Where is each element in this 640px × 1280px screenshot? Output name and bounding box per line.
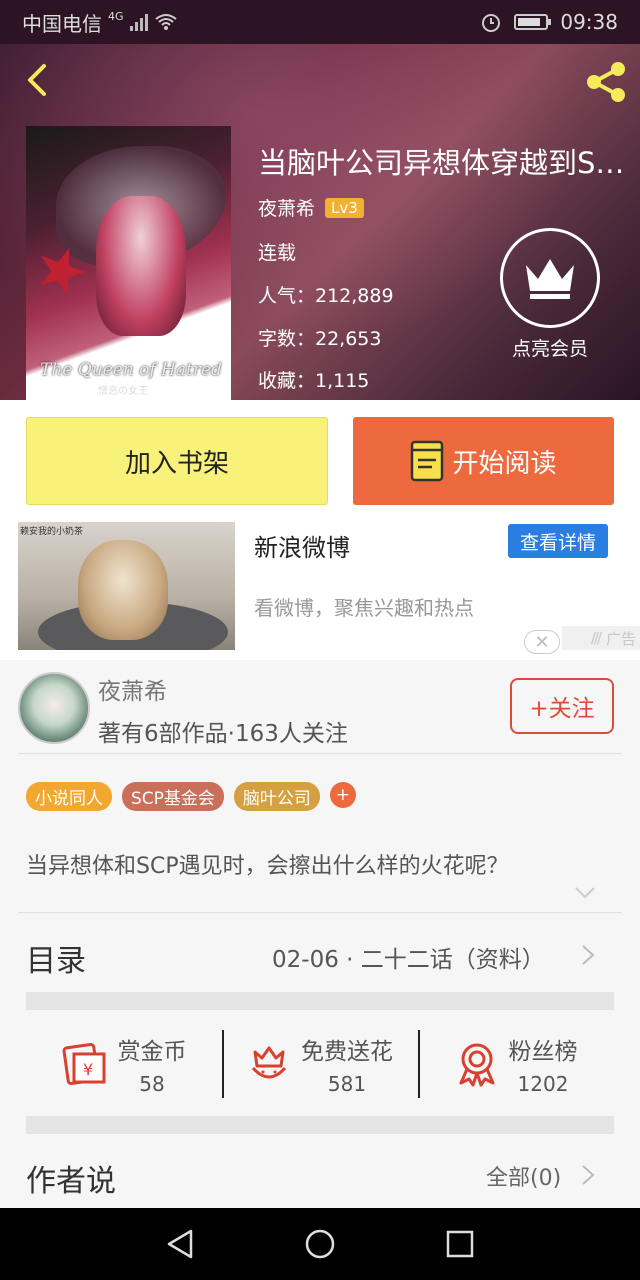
share-icon[interactable]	[582, 58, 630, 106]
start-reading-label: 开始阅读	[452, 448, 557, 479]
favorites-count: 收藏：1,115	[258, 370, 370, 392]
ad-image-cat	[78, 540, 168, 640]
section-separator	[26, 1116, 614, 1134]
reward-coins-button[interactable]: ¥ 赏金币 58	[26, 1012, 222, 1116]
reward-label: 粉丝榜	[508, 1039, 578, 1065]
add-tag-button[interactable]: +	[329, 782, 356, 808]
reward-label: 赏金币	[117, 1039, 187, 1065]
follow-button[interactable]: +关注	[510, 678, 614, 734]
vip-label[interactable]: 点亮会员	[500, 334, 600, 361]
nav-recents-icon[interactable]	[445, 1229, 475, 1259]
system-nav-bar	[0, 1208, 640, 1280]
start-reading-button[interactable]: 开始阅读	[353, 417, 614, 505]
reward-count: 58	[139, 1072, 165, 1096]
battery-icon	[514, 14, 552, 30]
reward-bar: ¥ 赏金币 58 免费送花 581 粉丝榜 1202	[26, 1012, 614, 1116]
ad-image-caption: 赖安我的小奶茶	[20, 527, 84, 537]
clock: 09:38	[560, 10, 618, 34]
network-type: 4G	[108, 9, 124, 23]
author-stats: 著有6部作品·163人关注	[98, 721, 348, 747]
reward-count: 1202	[517, 1072, 569, 1096]
fan-rank-button[interactable]: 粉丝榜 1202	[418, 1012, 614, 1116]
avatar[interactable]	[18, 672, 90, 744]
serial-status: 连载	[258, 242, 297, 264]
back-icon[interactable]	[18, 60, 58, 100]
flower-icon	[251, 1046, 287, 1079]
divider	[18, 753, 622, 754]
author-name[interactable]: 夜萧希	[98, 672, 167, 706]
author-says-label: 作者说	[26, 1164, 116, 1199]
signal-icon	[129, 13, 148, 31]
ad-details-button[interactable]: 查看详情	[508, 524, 608, 558]
carrier-name: 中国电信	[22, 11, 102, 36]
wifi-icon	[154, 14, 177, 30]
ad-tag-text: 广告	[605, 629, 636, 648]
tag-item[interactable]: SCP基金会	[122, 782, 224, 811]
add-to-shelf-button[interactable]: 加入书架	[26, 417, 328, 505]
status-bar: 中国电信 4G 09:38	[0, 0, 640, 44]
divider	[18, 912, 622, 913]
book-author-row: 夜萧希 Lv3	[258, 194, 364, 221]
nav-back-icon[interactable]	[165, 1228, 195, 1260]
tag-list: 小说同人 SCP基金会 脑叶公司 +	[26, 782, 356, 811]
cover-title-text: The Queen of Hatred	[40, 360, 222, 380]
chevron-right-icon[interactable]	[580, 1163, 596, 1187]
cover-subtitle-text: 憎恶の女王	[98, 386, 148, 397]
send-flower-button[interactable]: 免费送花 581	[222, 1012, 418, 1116]
chevron-down-icon[interactable]	[574, 886, 596, 900]
book-header: The Queen of Hatred 憎恶の女王 当脑叶公司异想体穿越到S… …	[0, 44, 640, 400]
author-says-all-link[interactable]: 全部(0)	[486, 1160, 561, 1192]
ad-label: ///广告	[562, 626, 640, 650]
action-bar: 加入书架 开始阅读	[0, 400, 640, 520]
svg-text:¥: ¥	[83, 1060, 93, 1079]
crown-icon	[526, 259, 574, 299]
vip-button[interactable]	[500, 228, 600, 328]
ad-image[interactable]: 赖安我的小奶茶	[18, 522, 235, 650]
book-cover[interactable]: The Queen of Hatred 憎恶の女王	[26, 126, 231, 400]
popularity: 人气：212,889	[258, 285, 394, 307]
ad-description: 看微博，聚焦兴趣和热点	[254, 596, 474, 620]
reward-count: 581	[327, 1072, 367, 1096]
carrier: 中国电信 4G	[22, 8, 178, 37]
reward-label: 免费送花	[301, 1039, 393, 1065]
ad-close-icon[interactable]: ✕	[524, 630, 560, 654]
toc-latest-chapter[interactable]: 02-06 · 二十二话（资料）	[272, 940, 545, 974]
section-separator	[26, 992, 614, 1010]
level-badge: Lv3	[325, 197, 364, 218]
tag-item[interactable]: 脑叶公司	[233, 782, 320, 811]
toc-label[interactable]: 目录	[26, 936, 86, 980]
ad-tag-slashes: ///	[590, 629, 602, 647]
alarm-icon	[482, 14, 501, 32]
ad-banner[interactable]: 赖安我的小奶茶 新浪微博 查看详情 看微博，聚焦兴趣和热点 ✕ ///广告	[0, 520, 640, 660]
cover-art-figure	[96, 196, 186, 336]
book-icon	[411, 440, 444, 482]
book-description: 当异想体和SCP遇见时，会擦出什么样的火花呢？	[26, 854, 509, 879]
book-title: 当脑叶公司异想体穿越到S…	[258, 146, 625, 180]
chevron-right-icon[interactable]	[580, 943, 596, 967]
ad-title[interactable]: 新浪微博	[254, 528, 350, 563]
tag-item[interactable]: 小说同人	[26, 782, 112, 811]
nav-home-icon[interactable]	[304, 1228, 336, 1260]
red-envelope-icon: ¥	[62, 1042, 105, 1086]
medal-icon	[459, 1043, 494, 1087]
word-count: 字数：22,653	[258, 328, 382, 350]
book-author[interactable]: 夜萧希	[258, 194, 315, 221]
details-section: 夜萧希 著有6部作品·163人关注 +关注 小说同人 SCP基金会 脑叶公司 +…	[0, 660, 640, 1208]
